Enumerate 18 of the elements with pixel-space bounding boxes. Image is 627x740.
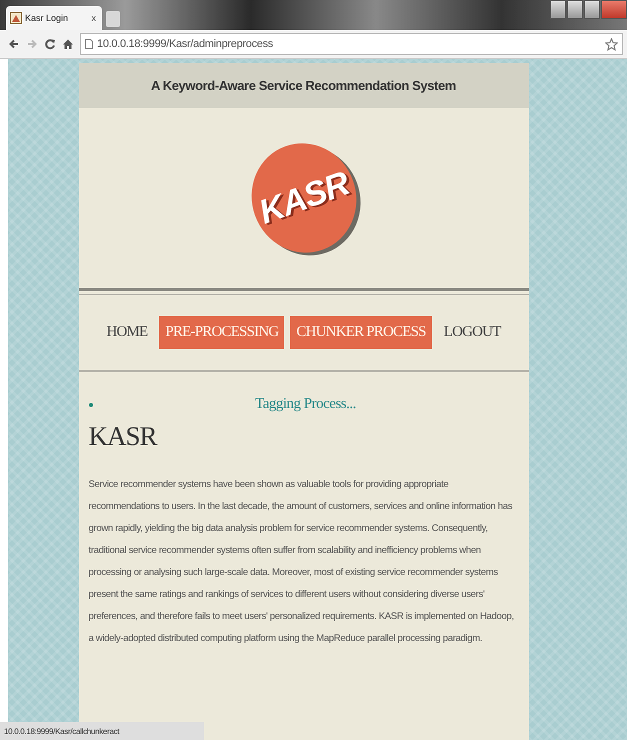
close-tab-button[interactable]: x — [90, 13, 98, 23]
page-heading: KASR — [88, 421, 158, 452]
page-icon — [85, 39, 93, 49]
description-paragraph: Service recommender systems have been shown as valuable tools for providing appropriate recommendations to users. In the last decade, the amount of customers, services and online information has grown rapidly, yielding the big data analysis problem for service recommender systems. Consequently, traditional service recommender systems often suffer from scalability and inefficiency problems when processing or analysing such large-scale data. Moreover, most of existing service recommender systems present the same ratings and rankings of services to different users without considering diverse users' preferences, and therefore fails to meet users' personalized requirements. KASR is implemented on Hadoop, a widely-adopted distributed computing platform using the MapReduce parallel processing paradigm. — [88, 478, 515, 646]
nav-link[interactable]: HOME — [100, 316, 154, 349]
home-icon[interactable] — [62, 38, 74, 50]
browser-tab[interactable]: Kasr Login x — [6, 6, 102, 30]
reload-icon[interactable] — [44, 38, 56, 50]
bullet-icon — [88, 402, 92, 406]
site-title: A Keyword-Aware Service Recommendation System — [151, 78, 456, 93]
star-icon[interactable] — [605, 38, 618, 50]
status-text: Tagging Process... — [254, 396, 357, 413]
nav-link[interactable]: LOGOUT — [438, 316, 507, 349]
status-bar-url: 10.0.0.18:9999/Kasr/callchunkeract — [0, 722, 204, 740]
page-icon — [10, 12, 22, 24]
tab-title: Kasr Login — [25, 13, 70, 23]
back-icon[interactable] — [8, 38, 20, 50]
address-bar[interactable]: 10.0.0.18:9999/Kasr/adminpreprocess — [80, 33, 623, 55]
